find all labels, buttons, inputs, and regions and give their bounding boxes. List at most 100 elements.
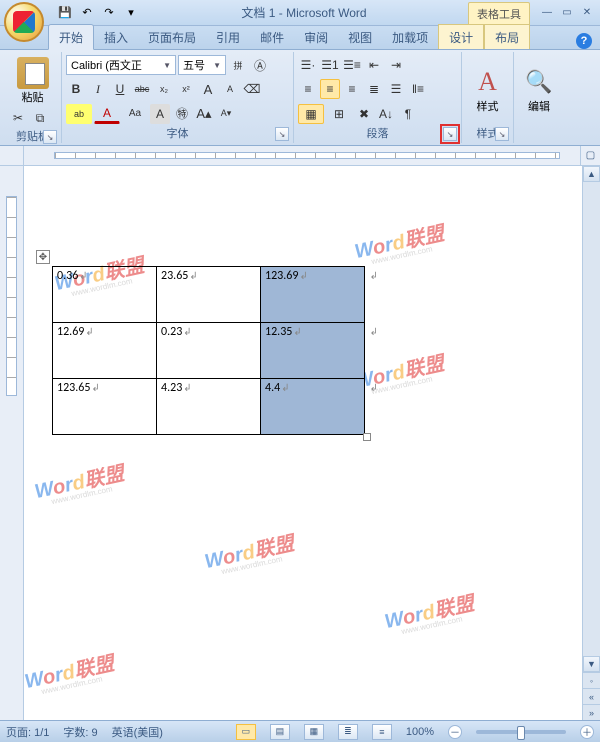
scroll-up-button[interactable]: ▲ — [583, 166, 600, 182]
table-cell[interactable]: 0.23↲ — [157, 323, 261, 379]
asian-layout-button[interactable]: ✖ — [354, 104, 374, 124]
table-cell[interactable]: 4.4↲↲ — [261, 379, 365, 435]
draft-view-button[interactable]: ≡ — [372, 724, 392, 740]
tab-addins[interactable]: 加载项 — [382, 25, 438, 49]
shading-button[interactable]: ▦ — [298, 104, 324, 124]
sort-button[interactable]: A↓ — [376, 104, 396, 124]
browse-object-button[interactable]: ◦ — [583, 672, 600, 688]
zoom-out-button[interactable]: － — [448, 725, 462, 739]
status-word-count[interactable]: 字数: 9 — [63, 724, 97, 740]
align-right-button[interactable]: ≡ — [342, 79, 362, 99]
table-cell[interactable]: 12.69↲ — [53, 323, 157, 379]
table-cell[interactable]: 12.35↲↲ — [261, 323, 365, 379]
table-cell[interactable]: 23.65↲ — [157, 267, 261, 323]
clipboard-launcher[interactable]: ↘ — [43, 130, 57, 144]
font-launcher[interactable]: ↘ — [275, 127, 289, 141]
horizontal-ruler[interactable]: ▢ — [0, 146, 600, 166]
print-layout-view-button[interactable]: ▭ — [236, 724, 256, 740]
char-border-button[interactable]: Ⓐ — [250, 55, 270, 75]
font-name-combo[interactable]: Calibri (西文正▼ — [66, 55, 176, 75]
tab-table-design[interactable]: 设计 — [438, 24, 484, 49]
table-row[interactable]: 123.65↲ 4.23↲ 4.4↲↲ — [53, 379, 365, 435]
table-cell[interactable]: 0.36↲ — [53, 267, 157, 323]
restore-button[interactable]: ▭ — [558, 6, 576, 20]
italic-button[interactable]: I — [88, 79, 108, 99]
tab-table-layout[interactable]: 布局 — [484, 24, 530, 49]
tab-insert[interactable]: 插入 — [94, 25, 138, 49]
styles-launcher[interactable]: ↘ — [495, 127, 509, 141]
zoom-slider[interactable] — [476, 730, 566, 734]
enclose-char-button[interactable]: ㊕ — [172, 104, 192, 124]
underline-button[interactable]: U — [110, 79, 130, 99]
status-language[interactable]: 英语(美国) — [112, 724, 163, 740]
office-button[interactable] — [4, 2, 44, 42]
zoom-in-button[interactable]: ＋ — [580, 725, 594, 739]
styles-button[interactable]: A 样式 — [466, 63, 509, 117]
highlight-button[interactable]: ab — [66, 104, 92, 124]
strikethrough-button[interactable]: abc — [132, 79, 152, 99]
table-cell[interactable]: 4.23↲ — [157, 379, 261, 435]
bullets-button[interactable]: ☰· — [298, 55, 318, 75]
char-shading-button[interactable]: A — [150, 104, 170, 124]
ruler-toggle-icon[interactable]: ▢ — [580, 146, 600, 165]
font-size-combo[interactable]: 五号▼ — [178, 55, 226, 75]
subscript-button[interactable]: x₂ — [154, 79, 174, 99]
tab-mailings[interactable]: 邮件 — [250, 25, 294, 49]
decrease-indent-button[interactable]: ⇤ — [364, 55, 384, 75]
cut-button[interactable]: ✂ — [8, 108, 28, 128]
help-icon[interactable]: ? — [576, 33, 592, 49]
vertical-ruler[interactable] — [0, 166, 24, 720]
table-move-handle[interactable]: ✥ — [36, 250, 50, 264]
status-page[interactable]: 页面: 1/1 — [6, 724, 49, 740]
multilevel-button[interactable]: ☰≡ — [342, 55, 362, 75]
table-cell[interactable]: 123.69↲↲ — [261, 267, 365, 323]
distributed-button[interactable]: ☰ — [386, 79, 406, 99]
phonetic-guide-button[interactable]: 拼 — [228, 55, 248, 75]
minimize-button[interactable]: — — [538, 6, 556, 20]
numbering-button[interactable]: ☰1 — [320, 55, 340, 75]
font-color-button[interactable]: A — [94, 104, 120, 124]
table-resize-handle[interactable] — [363, 433, 371, 441]
table-row[interactable]: 12.69↲ 0.23↲ 12.35↲↲ — [53, 323, 365, 379]
close-button[interactable]: ✕ — [578, 6, 596, 20]
table-cell[interactable]: 123.65↲ — [53, 379, 157, 435]
shrink-font-button[interactable]: A — [220, 79, 240, 99]
grow-font-button[interactable]: A — [198, 79, 218, 99]
web-layout-view-button[interactable]: ▦ — [304, 724, 324, 740]
scroll-down-button[interactable]: ▼ — [583, 656, 600, 672]
redo-button[interactable]: ↷ — [100, 4, 118, 22]
undo-button[interactable]: ↶ — [78, 4, 96, 22]
paste-button[interactable]: 粘贴 — [8, 54, 57, 108]
full-screen-view-button[interactable]: ▤ — [270, 724, 290, 740]
save-button[interactable]: 💾 — [56, 4, 74, 22]
document-area[interactable]: Word联盟www.wordlm.com Word联盟www.wordlm.co… — [24, 166, 582, 720]
align-left-button[interactable]: ≡ — [298, 79, 318, 99]
justify-button[interactable]: ≣ — [364, 79, 384, 99]
align-center-button[interactable]: ≡ — [320, 79, 340, 99]
bold-button[interactable]: B — [66, 79, 86, 99]
editing-button[interactable]: 🔍 编辑 — [518, 63, 560, 117]
next-page-button[interactable]: » — [583, 704, 600, 720]
tab-home[interactable]: 开始 — [48, 24, 94, 50]
zoom-percent[interactable]: 100% — [406, 726, 434, 738]
copy-button[interactable]: ⧉ — [30, 108, 50, 128]
increase-indent-button[interactable]: ⇥ — [386, 55, 406, 75]
prev-page-button[interactable]: « — [583, 688, 600, 704]
change-case-button[interactable]: Aa — [122, 104, 148, 124]
show-marks-button[interactable]: ¶ — [398, 104, 418, 124]
paragraph-launcher[interactable]: ↘ — [443, 127, 457, 141]
table-row[interactable]: 0.36↲ 23.65↲ 123.69↲↲ — [53, 267, 365, 323]
grow-font2-button[interactable]: A▴ — [194, 104, 214, 124]
clear-formatting-button[interactable]: ⌫ — [242, 79, 262, 99]
line-spacing-button[interactable]: ‖≡ — [408, 79, 428, 99]
vertical-scrollbar[interactable]: ▲ ▼ ◦ « » — [582, 166, 600, 720]
tab-view[interactable]: 视图 — [338, 25, 382, 49]
tab-references[interactable]: 引用 — [206, 25, 250, 49]
superscript-button[interactable]: x² — [176, 79, 196, 99]
tab-page-layout[interactable]: 页面布局 — [138, 25, 206, 49]
document-table[interactable]: 0.36↲ 23.65↲ 123.69↲↲ 12.69↲ 0.23↲ 12.35… — [52, 266, 365, 435]
qat-customize[interactable]: ▾ — [122, 4, 140, 22]
tab-review[interactable]: 审阅 — [294, 25, 338, 49]
shrink-font2-button[interactable]: A▾ — [216, 104, 236, 124]
outline-view-button[interactable]: ≣ — [338, 724, 358, 740]
